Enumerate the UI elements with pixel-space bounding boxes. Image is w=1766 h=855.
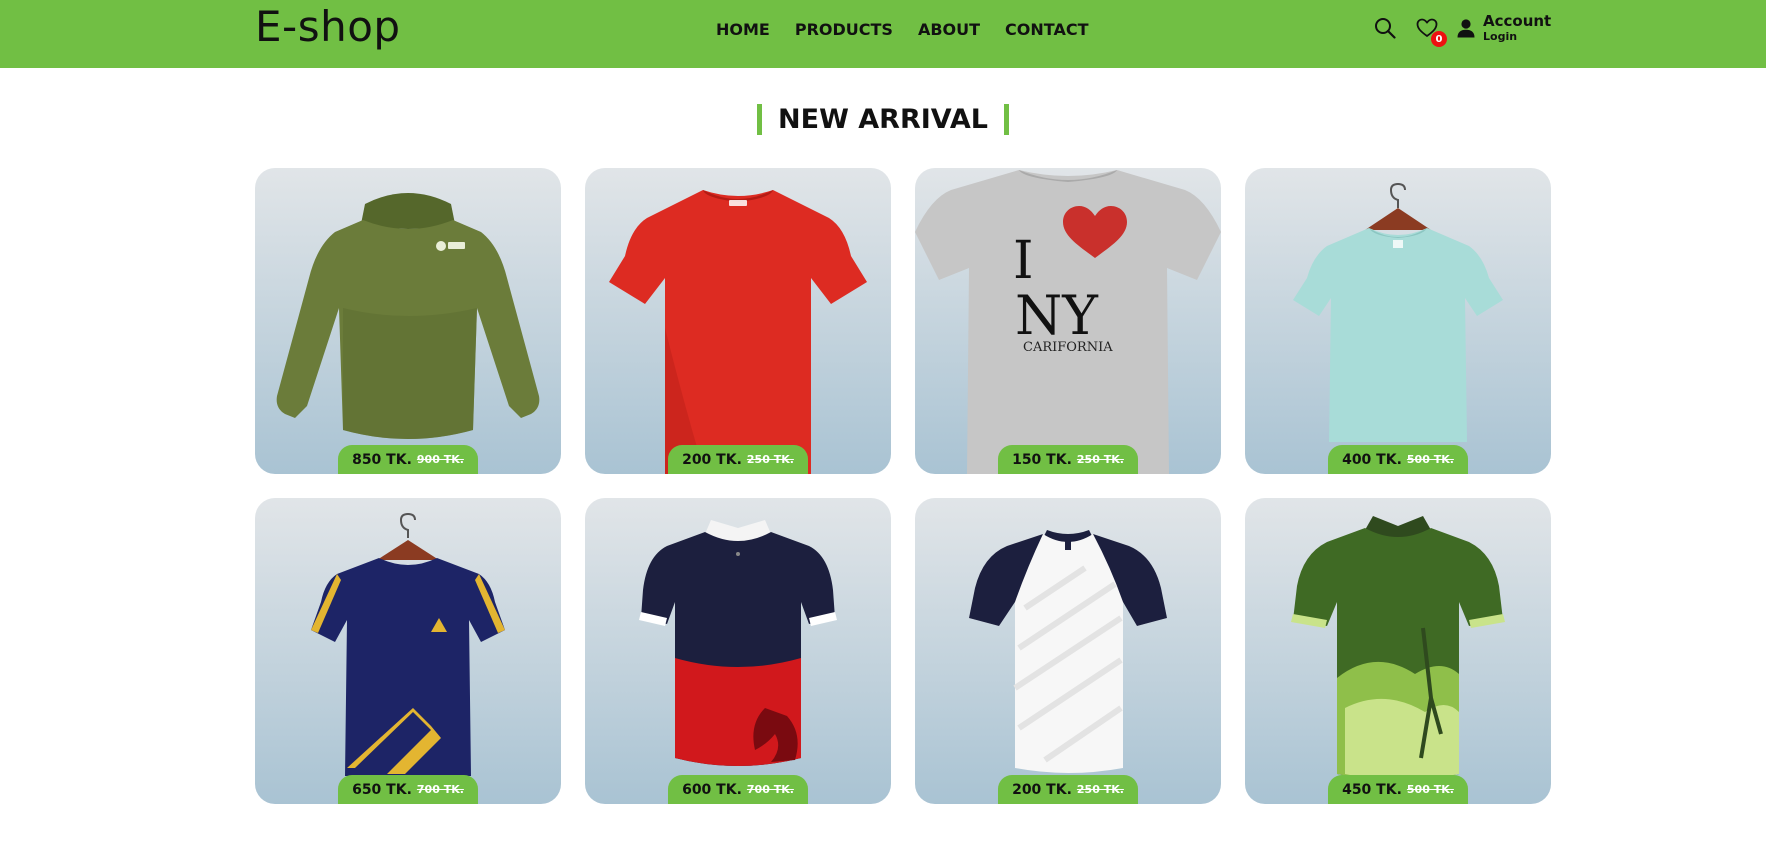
old-price: 250 TK. xyxy=(746,453,794,466)
product-card[interactable]: 450 TK. 500 TK. xyxy=(1245,498,1551,804)
olive-hoodie-image xyxy=(276,193,540,439)
product-grid: 850 TK. 900 TK. 200 TK. 250 TK. I NY CAR… xyxy=(255,168,1551,804)
user-icon xyxy=(1457,19,1475,38)
current-price: 150 TK. xyxy=(1012,451,1072,468)
nav-about-link[interactable]: ABOUT xyxy=(918,20,980,39)
shirt-print-i: I xyxy=(1013,231,1034,291)
wishlist-button[interactable]: 0 xyxy=(1414,15,1447,47)
current-price: 450 TK. xyxy=(1342,781,1402,798)
old-price: 500 TK. xyxy=(1406,783,1454,796)
current-price: 200 TK. xyxy=(1012,781,1072,798)
old-price: 500 TK. xyxy=(1406,453,1454,466)
product-card[interactable]: 400 TK. 500 TK. xyxy=(1245,168,1551,474)
old-price: 250 TK. xyxy=(1076,453,1124,466)
search-button[interactable] xyxy=(1372,15,1398,41)
red-navy-jersey-image xyxy=(639,520,837,766)
account-label: Account xyxy=(1483,12,1552,30)
site-logo[interactable]: E-shop xyxy=(255,2,401,51)
mint-tshirt-image xyxy=(1293,182,1503,442)
price-tag: 200 TK. 250 TK. xyxy=(998,775,1138,804)
top-navbar: E-shop HOME PRODUCTS ABOUT CONTACT 0 Acc… xyxy=(0,0,1766,68)
white-navy-jersey-image xyxy=(969,530,1167,773)
old-price: 900 TK. xyxy=(416,453,464,466)
navy-tshirt-image xyxy=(311,512,505,776)
price-tag: 850 TK. 900 TK. xyxy=(338,445,478,474)
product-card[interactable]: 600 TK. 700 TK. xyxy=(585,498,891,804)
header-actions: 0 Account Login xyxy=(1372,14,1551,47)
old-price: 250 TK. xyxy=(1076,783,1124,796)
shirt-print-ny: NY xyxy=(1015,284,1099,347)
shirt-print-cariforn: CARIFORNIA xyxy=(1023,340,1113,355)
section-header: NEW ARRIVAL xyxy=(0,104,1766,135)
nav-home-link[interactable]: HOME xyxy=(716,20,770,39)
price-tag: 600 TK. 700 TK. xyxy=(668,775,808,804)
price-tag: 400 TK. 500 TK. xyxy=(1328,445,1468,474)
product-card[interactable]: 200 TK. 250 TK. xyxy=(585,168,891,474)
current-price: 400 TK. xyxy=(1342,451,1402,468)
current-price: 850 TK. xyxy=(352,451,412,468)
wishlist-count-badge: 0 xyxy=(1431,31,1447,47)
price-tag: 200 TK. 250 TK. xyxy=(668,445,808,474)
main-nav: HOME PRODUCTS ABOUT CONTACT xyxy=(716,20,1089,39)
price-tag: 450 TK. 500 TK. xyxy=(1328,775,1468,804)
product-card[interactable]: 650 TK. 700 TK. xyxy=(255,498,561,804)
product-card[interactable]: 850 TK. 900 TK. xyxy=(255,168,561,474)
product-card[interactable]: 200 TK. 250 TK. xyxy=(915,498,1221,804)
current-price: 650 TK. xyxy=(352,781,412,798)
green-polo-image xyxy=(1291,516,1505,780)
login-label: Login xyxy=(1483,30,1518,43)
current-price: 200 TK. xyxy=(682,451,742,468)
old-price: 700 TK. xyxy=(746,783,794,796)
account-login-button[interactable]: Account Login xyxy=(1456,14,1551,42)
price-tag: 650 TK. 700 TK. xyxy=(338,775,478,804)
search-icon xyxy=(1375,18,1396,39)
red-tshirt-image xyxy=(609,190,867,474)
old-price: 700 TK. xyxy=(416,783,464,796)
product-card[interactable]: I NY CARIFORNIA 150 TK. 250 TK. xyxy=(915,168,1221,474)
nav-contact-link[interactable]: CONTACT xyxy=(1005,20,1088,39)
section-title: NEW ARRIVAL xyxy=(757,104,1009,135)
nav-products-link[interactable]: PRODUCTS xyxy=(795,20,893,39)
price-tag: 150 TK. 250 TK. xyxy=(998,445,1138,474)
current-price: 600 TK. xyxy=(682,781,742,798)
grey-tshirt-image: I NY CARIFORNIA xyxy=(915,170,1221,474)
